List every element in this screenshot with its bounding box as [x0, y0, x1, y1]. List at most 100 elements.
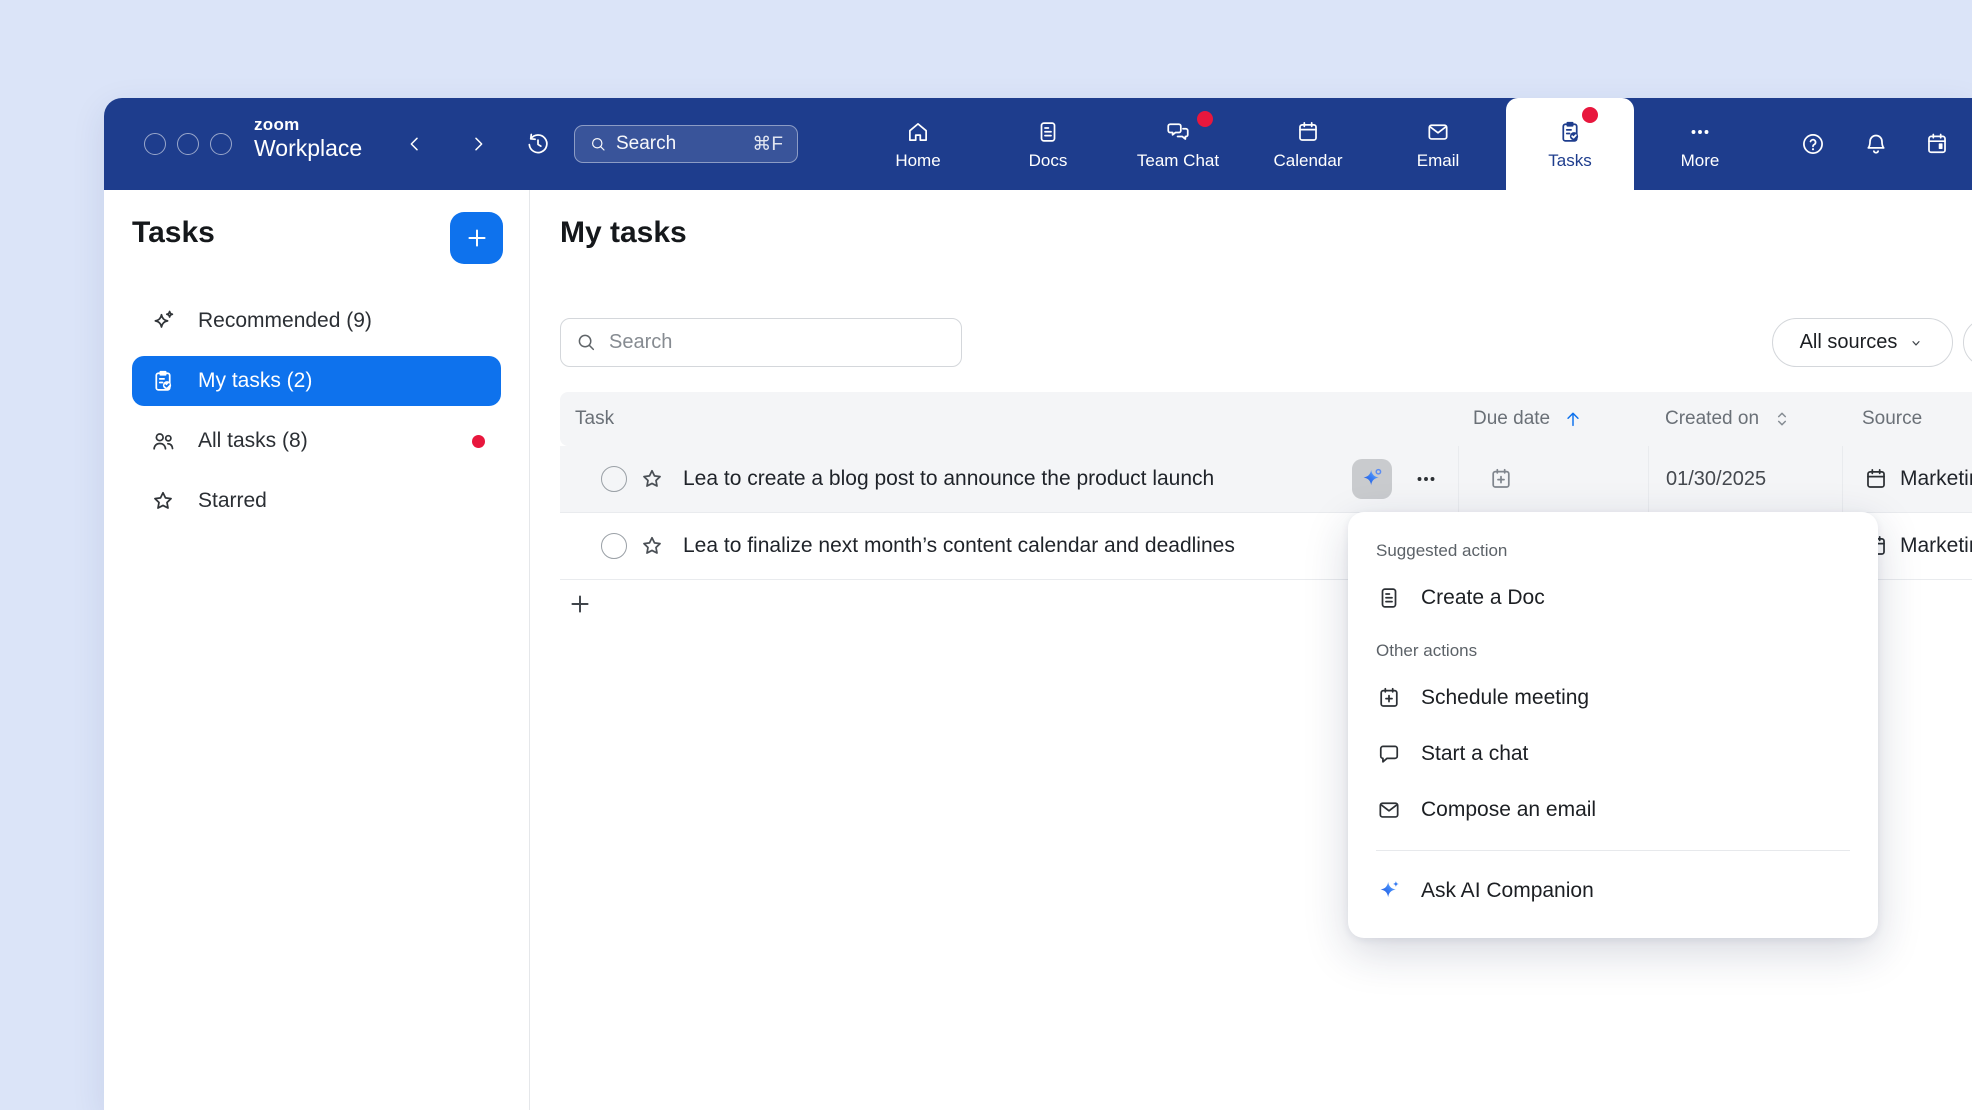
forward-button[interactable]: [460, 126, 496, 162]
star-icon[interactable]: [639, 466, 665, 492]
calendar-source-icon: [1863, 466, 1889, 492]
home-icon: [905, 119, 931, 145]
sidebar-item-label: All tasks (8): [198, 429, 308, 453]
due-date-cell[interactable]: [1458, 446, 1648, 512]
search-icon: [575, 331, 597, 353]
menu-item-create-doc[interactable]: Create a Doc: [1376, 570, 1850, 626]
tab-calendar-label: Calendar: [1274, 152, 1343, 169]
tab-home[interactable]: Home: [853, 98, 983, 190]
menu-item-schedule-meeting[interactable]: Schedule meeting: [1376, 670, 1850, 726]
tab-more[interactable]: More: [1635, 98, 1765, 190]
row-more-actions-button[interactable]: [1406, 459, 1446, 499]
ai-companion-icon: [1376, 878, 1402, 904]
plus-icon: [567, 591, 593, 617]
back-button[interactable]: [397, 126, 433, 162]
column-header-source[interactable]: Source: [1842, 408, 1972, 430]
star-icon[interactable]: [639, 533, 665, 559]
calendar-date-button[interactable]: [1917, 124, 1957, 164]
brand-zoom: zoom: [254, 116, 362, 134]
menu-item-start-chat[interactable]: Start a chat: [1376, 726, 1850, 782]
window-close-button[interactable]: [144, 133, 166, 155]
tab-tasks-label: Tasks: [1548, 152, 1591, 169]
tab-docs-label: Docs: [1029, 152, 1068, 169]
sidebar-item-my-tasks[interactable]: My tasks (2): [132, 356, 501, 406]
sparkle-icon: [150, 308, 176, 334]
menu-divider: [1376, 850, 1850, 851]
sidebar: Tasks Recommended (9): [104, 190, 530, 1110]
all-tasks-notification-dot: [472, 435, 485, 448]
task-complete-checkbox[interactable]: [601, 466, 627, 492]
sidebar-item-recommended[interactable]: Recommended (9): [132, 296, 501, 346]
task-cell: Lea to create a blog post to announce th…: [560, 446, 1458, 512]
brand-workplace: Workplace: [254, 136, 362, 160]
add-due-date-icon[interactable]: [1488, 466, 1514, 492]
doc-icon: [1376, 585, 1402, 611]
plus-icon: [464, 225, 490, 251]
history-button[interactable]: [520, 126, 556, 162]
team-chat-icon: [1165, 119, 1191, 145]
global-search-placeholder: Search: [616, 133, 676, 155]
source-filter-label: All sources: [1800, 331, 1898, 354]
ai-companion-button[interactable]: [1352, 459, 1392, 499]
column-header-task[interactable]: Task: [560, 408, 1458, 430]
menu-item-compose-email[interactable]: Compose an email: [1376, 782, 1850, 838]
source-filter-dropdown[interactable]: All sources: [1772, 318, 1953, 367]
tasks-notification-dot: [1582, 107, 1598, 123]
top-navbar: zoom Workplace Search ⌘F Home Docs Te: [104, 98, 1972, 190]
tab-calendar[interactable]: Calendar: [1243, 98, 1373, 190]
add-task-button[interactable]: [562, 586, 598, 622]
calendar-icon: [1295, 119, 1321, 145]
help-button[interactable]: [1793, 124, 1833, 164]
table-row[interactable]: Lea to create a blog post to announce th…: [560, 446, 1972, 513]
column-header-due-date[interactable]: Due date: [1458, 408, 1648, 430]
calendar-plus-icon: [1376, 685, 1402, 711]
ai-sparkle-icon: [1359, 466, 1385, 492]
star-icon: [150, 488, 176, 514]
menu-section-label: Suggested action: [1376, 532, 1850, 570]
tab-more-label: More: [1681, 152, 1720, 169]
window-minimize-button[interactable]: [177, 133, 199, 155]
envelope-icon: [1376, 797, 1402, 823]
tab-email[interactable]: Email: [1373, 98, 1503, 190]
tab-docs[interactable]: Docs: [983, 98, 1113, 190]
task-search: [560, 318, 962, 367]
global-search-input[interactable]: Search ⌘F: [574, 125, 798, 163]
my-tasks-icon: [150, 368, 176, 394]
column-header-created-on[interactable]: Created on: [1648, 408, 1842, 430]
sort-toggle-icon[interactable]: [1771, 408, 1793, 430]
sidebar-item-all-tasks[interactable]: All tasks (8): [132, 416, 501, 466]
sort-ascending-icon[interactable]: [1562, 408, 1584, 430]
menu-section-label: Other actions: [1376, 632, 1850, 670]
tab-team-chat[interactable]: Team Chat: [1113, 98, 1243, 190]
sidebar-item-label: Starred: [198, 489, 267, 513]
tab-home-label: Home: [895, 152, 940, 169]
task-title: Lea to create a blog post to announce th…: [683, 467, 1214, 491]
tasks-icon: [1557, 119, 1583, 145]
search-shortcut-hint: ⌘F: [752, 133, 783, 156]
source-label: Marketing: [1900, 534, 1972, 558]
chat-bubble-icon: [1376, 741, 1402, 767]
new-task-button[interactable]: [450, 212, 503, 264]
calendar-date-icon: [1924, 131, 1950, 157]
sidebar-header: Tasks: [104, 190, 529, 272]
source-label: Marketing: [1900, 467, 1972, 491]
history-icon: [525, 131, 551, 157]
team-chat-notification-dot: [1197, 111, 1213, 127]
sidebar-item-label: Recommended (9): [198, 309, 372, 333]
chevron-left-icon: [404, 133, 426, 155]
tab-email-label: Email: [1417, 152, 1460, 169]
sidebar-item-starred[interactable]: Starred: [132, 476, 501, 526]
menu-item-ask-ai-companion[interactable]: Ask AI Companion: [1376, 863, 1850, 919]
notifications-button[interactable]: [1856, 124, 1896, 164]
search-icon: [589, 135, 607, 153]
tab-tasks[interactable]: Tasks: [1506, 98, 1634, 190]
more-icon: [1687, 119, 1713, 145]
chevron-down-icon: [1907, 334, 1925, 352]
sidebar-item-label: My tasks (2): [198, 369, 312, 393]
task-complete-checkbox[interactable]: [601, 533, 627, 559]
bell-icon: [1863, 131, 1889, 157]
filter-button-partial[interactable]: [1963, 318, 1972, 367]
created-on-cell: 01/30/2025: [1648, 446, 1842, 512]
window-maximize-button[interactable]: [210, 133, 232, 155]
task-search-input[interactable]: [560, 318, 962, 367]
